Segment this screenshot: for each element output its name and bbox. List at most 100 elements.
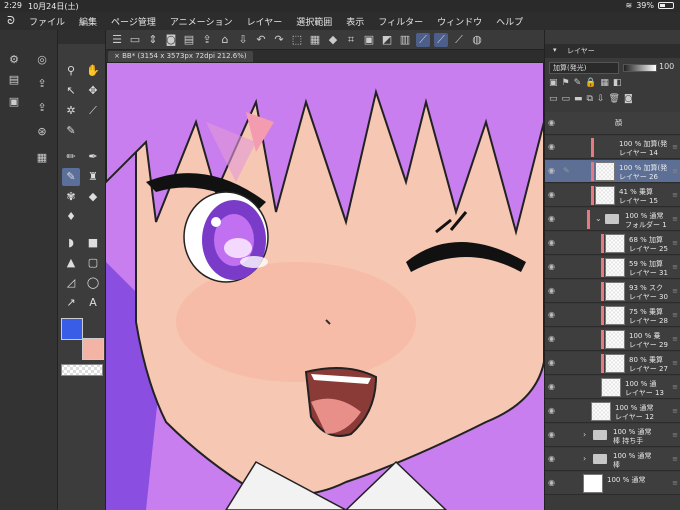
balloon-tool-icon[interactable]: ◯ xyxy=(84,274,102,292)
navigator-icon[interactable]: ▣ xyxy=(6,94,22,110)
save-icon[interactable]: ▤ xyxy=(182,33,196,46)
layer-row[interactable]: ◉ 100 % 通常 ≡ xyxy=(545,472,680,495)
visibility-eye-icon[interactable]: ◉ xyxy=(548,478,558,488)
visibility-eye-icon[interactable]: ◉ xyxy=(548,358,558,368)
info-icon[interactable]: ⊛ xyxy=(34,124,50,140)
drag-handle-icon[interactable]: ≡ xyxy=(672,143,678,151)
ruler-snap-icon[interactable]: ▥ xyxy=(398,33,412,46)
gradient-tool-icon[interactable]: ■ xyxy=(84,234,102,252)
transform-icon[interactable]: ⌗ xyxy=(344,33,358,47)
folder-expand-icon[interactable]: › xyxy=(583,454,586,463)
select-all-icon[interactable]: ▣ xyxy=(362,33,376,46)
material-icon[interactable]: ◎ xyxy=(34,52,50,68)
draft-icon[interactable]: ✎ xyxy=(574,78,582,92)
export-icon[interactable]: ⇪ xyxy=(200,33,214,46)
drag-handle-icon[interactable]: ≡ xyxy=(672,383,678,391)
drag-handle-icon[interactable]: ≡ xyxy=(672,215,678,223)
eyedropper-icon[interactable]: ⟋ xyxy=(84,102,102,120)
layer-row[interactable]: ◉ 59 % 加算 レイヤー 31 ≡ xyxy=(545,256,680,279)
new-file-icon[interactable]: ▭ xyxy=(128,33,142,46)
menu-view[interactable]: 表示 xyxy=(339,15,371,28)
menu-edit[interactable]: 編集 xyxy=(72,15,104,28)
delete-layer-icon[interactable]: 🗑 xyxy=(609,94,620,108)
reference-icon[interactable]: ⚑ xyxy=(562,78,570,92)
visibility-eye-icon[interactable]: ◉ xyxy=(548,262,558,272)
menu-animation[interactable]: アニメーション xyxy=(163,15,240,28)
lock-icon[interactable]: 🔒 xyxy=(585,78,596,92)
drag-handle-icon[interactable]: ≡ xyxy=(672,311,678,319)
drawing-canvas[interactable] xyxy=(106,62,544,510)
drag-handle-icon[interactable]: ≡ xyxy=(672,455,678,463)
move-tool-icon[interactable]: ✥ xyxy=(84,82,102,100)
layer-mask-icon[interactable]: ◙ xyxy=(624,94,633,108)
panel-minimize-icon[interactable]: ▾ xyxy=(549,46,561,54)
visibility-eye-icon[interactable]: ◉ xyxy=(548,286,558,296)
blend-mode-select[interactable]: 加算(発光) xyxy=(549,62,619,74)
visibility-eye-icon[interactable]: ◉ xyxy=(548,118,558,128)
adjust-icon[interactable]: ◍ xyxy=(470,33,484,46)
layer-row[interactable]: ◉ 75 % 乗算 レイヤー 28 ≡ xyxy=(545,304,680,327)
eraser-tool-icon[interactable]: ◆ xyxy=(84,188,102,206)
merge-down-icon[interactable]: ⇩ xyxy=(597,94,605,108)
opacity-slider[interactable] xyxy=(623,64,657,72)
visibility-eye-icon[interactable]: ◉ xyxy=(548,166,558,176)
invert-icon[interactable]: ◩ xyxy=(380,33,394,46)
menu-selection[interactable]: 選択範囲 xyxy=(289,15,339,28)
sublayer-icon[interactable]: ⇪ xyxy=(34,76,50,92)
new-raster-layer-icon[interactable]: ▭ xyxy=(549,94,558,108)
menu-help[interactable]: ヘルプ xyxy=(489,15,530,28)
visibility-eye-icon[interactable]: ◉ xyxy=(548,454,558,464)
visibility-eye-icon[interactable]: ◉ xyxy=(548,238,558,248)
text-tool-icon[interactable]: A xyxy=(84,294,102,312)
drag-handle-icon[interactable]: ≡ xyxy=(672,431,678,439)
layer-row[interactable]: ◉ 100 % 加算(発 レイヤー 14 ≡ xyxy=(545,136,680,159)
visibility-eye-icon[interactable]: ◉ xyxy=(548,214,558,224)
grid-icon[interactable]: ▦ xyxy=(34,150,50,166)
visibility-eye-icon[interactable]: ◉ xyxy=(548,334,558,344)
pencil-tool-icon[interactable]: ✏ xyxy=(62,148,80,166)
fill-tool-icon[interactable]: ◗ xyxy=(62,234,80,252)
operation-tool-icon[interactable]: ↖ xyxy=(62,82,80,100)
fill-icon[interactable]: ◆ xyxy=(326,33,340,46)
arrange-icon[interactable]: ⇕ xyxy=(146,33,160,46)
correction-icon[interactable]: ⇪ xyxy=(34,100,50,116)
zoom-tool-icon[interactable]: ⚲ xyxy=(62,62,80,80)
layer-row[interactable]: ◉ 100 % 乗 レイヤー 29 ≡ xyxy=(545,328,680,351)
new-folder-icon[interactable]: ▬ xyxy=(574,94,583,108)
ruler-tool-icon[interactable]: ◿ xyxy=(62,274,80,292)
lock-transparent-icon[interactable]: ▦ xyxy=(600,78,609,92)
layer-row[interactable]: ◉ 68 % 加算 レイヤー 25 ≡ xyxy=(545,232,680,255)
marker-tool-icon[interactable]: ✒ xyxy=(84,148,102,166)
transparent-color-swatch[interactable] xyxy=(61,364,103,376)
drag-handle-icon[interactable]: ≡ xyxy=(672,479,678,487)
settings-icon[interactable]: ⚙ xyxy=(6,52,22,68)
sub-color-swatch[interactable] xyxy=(82,338,104,360)
visibility-eye-icon[interactable]: ◉ xyxy=(548,382,558,392)
layer-row[interactable]: ◉ 100 % 通常 レイヤー 12 ≡ xyxy=(545,400,680,423)
visibility-eye-icon[interactable]: ◉ xyxy=(548,406,558,416)
snap-ruler-icon[interactable]: ⟋ xyxy=(416,32,430,47)
drag-handle-icon[interactable]: ≡ xyxy=(672,359,678,367)
drag-handle-icon[interactable]: ≡ xyxy=(672,263,678,271)
layer-row[interactable]: ◉ 41 % 乗算 レイヤー 15 ≡ xyxy=(545,184,680,207)
menu-icon[interactable]: ☰ xyxy=(110,33,124,46)
folder-row[interactable]: ◉ › 100 % 通常 棒 ≡ xyxy=(545,448,680,471)
redo-icon[interactable]: ↷ xyxy=(272,33,286,46)
blend-tool-icon[interactable]: ♦ xyxy=(62,208,80,226)
snap-grid-icon[interactable]: ⟋ xyxy=(452,33,466,47)
duplicate-layer-icon[interactable]: ⧉ xyxy=(587,94,593,108)
layer-row[interactable]: ◉ 顔 xyxy=(545,112,680,135)
frame-tool-icon[interactable]: ▢ xyxy=(84,254,102,272)
drag-handle-icon[interactable]: ≡ xyxy=(672,167,678,175)
menu-layer[interactable]: レイヤー xyxy=(240,15,290,28)
print-icon[interactable]: ⌂ xyxy=(218,33,232,46)
menu-page[interactable]: ページ管理 xyxy=(104,15,163,28)
app-logo-icon[interactable]: ᘐ xyxy=(0,14,22,28)
menu-window[interactable]: ウィンドウ xyxy=(430,15,489,28)
camera-icon[interactable]: ◙ xyxy=(164,33,178,46)
close-icon[interactable]: × xyxy=(114,52,120,60)
folder-row[interactable]: ◉ ⌄ 100 % 通常 フォルダー 1 ≡ xyxy=(545,208,680,231)
pen-tool-icon[interactable]: ✎ xyxy=(62,122,80,140)
opacity-value[interactable]: 100 xyxy=(659,62,674,71)
clear-icon[interactable]: ▦ xyxy=(308,33,322,46)
